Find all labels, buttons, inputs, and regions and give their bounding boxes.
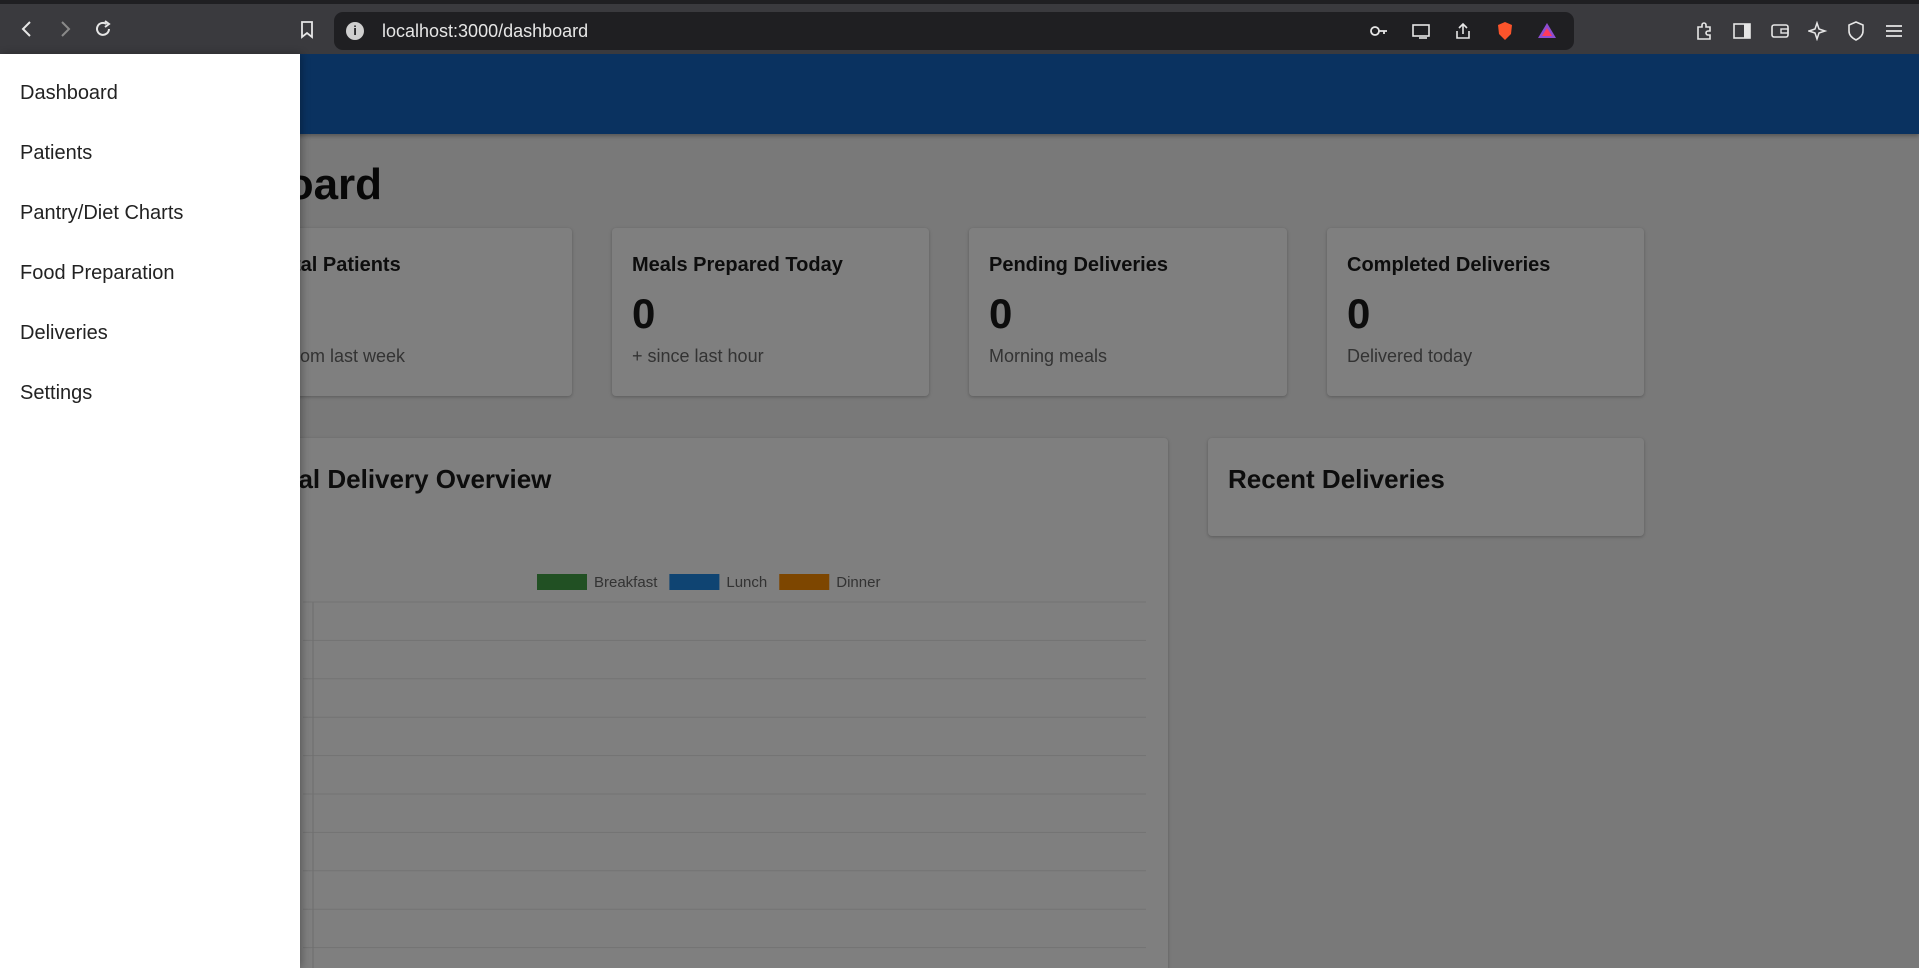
brave-rewards-icon[interactable] xyxy=(1536,20,1558,42)
drawer-item-patients[interactable]: Patients xyxy=(20,142,92,165)
drawer-item-pantry-diet-charts[interactable]: Pantry/Diet Charts xyxy=(20,202,183,225)
brave-shield-icon[interactable] xyxy=(1494,20,1516,42)
menu-icon[interactable] xyxy=(1883,20,1905,42)
back-icon[interactable] xyxy=(14,16,40,42)
bookmark-icon[interactable] xyxy=(294,16,320,42)
browser-toolbar: i localhost:3000/dashboard xyxy=(0,0,1919,54)
key-icon[interactable] xyxy=(1368,20,1390,42)
share-icon[interactable] xyxy=(1452,20,1474,42)
navigation-drawer: Dashboard Patients Pantry/Diet Charts Fo… xyxy=(0,54,300,968)
site-info-icon[interactable]: i xyxy=(346,22,364,40)
leo-ai-icon[interactable] xyxy=(1807,20,1829,42)
drawer-item-deliveries[interactable]: Deliveries xyxy=(20,322,108,345)
reload-icon[interactable] xyxy=(90,16,116,42)
sidebar-icon[interactable] xyxy=(1731,20,1753,42)
extensions-icon[interactable] xyxy=(1693,20,1715,42)
wallet-icon[interactable] xyxy=(1769,20,1791,42)
drawer-item-settings[interactable]: Settings xyxy=(20,382,92,405)
drawer-item-dashboard[interactable]: Dashboard xyxy=(20,82,118,105)
drawer-item-food-preparation[interactable]: Food Preparation xyxy=(20,262,175,285)
vpn-icon[interactable] xyxy=(1845,20,1867,42)
url-text[interactable]: localhost:3000/dashboard xyxy=(382,21,588,42)
forward-icon[interactable] xyxy=(52,16,78,42)
address-bar[interactable]: i localhost:3000/dashboard xyxy=(334,12,1574,50)
cast-icon[interactable] xyxy=(1410,20,1432,42)
